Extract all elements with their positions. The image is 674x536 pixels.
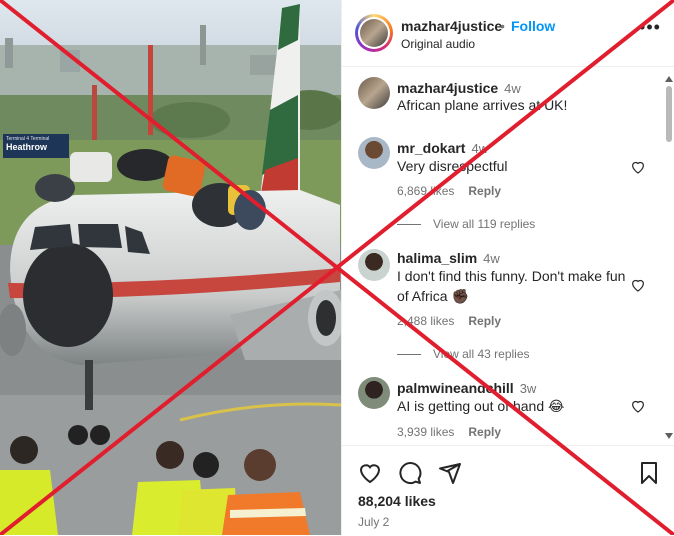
comment-text: Very disrespectful	[397, 158, 508, 174]
separator-dot: •	[500, 18, 505, 34]
comment-text: I don't find this funny. Don't make fun …	[397, 268, 626, 304]
comment-likes[interactable]: 2,488 likes	[397, 314, 454, 328]
more-icon[interactable]: •••	[638, 18, 662, 40]
avatar[interactable]	[358, 377, 390, 409]
sign-line2: Heathrow	[6, 142, 48, 152]
airplane-photo	[0, 0, 341, 535]
heart-icon[interactable]	[358, 461, 382, 485]
post-panel: mazhar4justice • Follow Original audio •…	[341, 0, 674, 535]
follow-button[interactable]: Follow	[511, 18, 555, 34]
comment-meta: 3,939 likes Reply	[397, 425, 515, 439]
comments-list[interactable]: mazhar4justice 4w African plane arrives a…	[342, 67, 674, 445]
comment-meta: 6,869 likes Reply	[397, 184, 515, 198]
post-media[interactable]: Terminal 4 Terminal Heathrow	[0, 0, 341, 535]
sign-line1: Terminal 4 Terminal	[6, 136, 50, 142]
scroll-down-arrow-icon[interactable]	[665, 433, 673, 439]
comment-time: 3w	[519, 381, 537, 396]
original-audio-link[interactable]: Original audio	[401, 37, 475, 51]
post-actions: 88,204 likes July 2	[342, 445, 674, 536]
view-replies-button[interactable]: View all 43 replies	[397, 347, 530, 361]
author-username[interactable]: mazhar4justice	[401, 18, 502, 34]
avatar[interactable]	[358, 137, 390, 169]
heart-icon[interactable]	[630, 398, 646, 414]
post-date: July 2	[358, 515, 390, 529]
comment-time: 4w	[504, 81, 521, 96]
comment-text: AI is getting out of hand 😂	[397, 398, 565, 414]
comment-time: 4w	[471, 141, 489, 156]
reply-button[interactable]: Reply	[468, 314, 501, 328]
post-header: mazhar4justice • Follow Original audio •…	[342, 0, 674, 67]
comments-scrollbar[interactable]	[662, 76, 674, 444]
scroll-up-arrow-icon[interactable]	[665, 76, 673, 82]
comment-time: 4w	[483, 251, 500, 266]
heathrow-sign: Terminal 4 Terminal Heathrow	[3, 134, 69, 158]
bookmark-icon[interactable]	[637, 461, 661, 485]
view-replies-button[interactable]: View all 119 replies	[397, 217, 535, 231]
comment-meta: 2,488 likes Reply	[397, 314, 515, 328]
heart-icon[interactable]	[630, 277, 646, 293]
avatar[interactable]	[358, 77, 390, 109]
author-avatar[interactable]	[355, 14, 393, 52]
heart-icon[interactable]	[630, 159, 646, 175]
likes-count[interactable]: 88,204 likes	[358, 493, 436, 509]
scroll-thumb[interactable]	[666, 86, 672, 142]
comment-text: African plane arrives at UK!	[397, 97, 568, 113]
avatar[interactable]	[358, 249, 390, 281]
comment-username[interactable]: halima_slim 4w	[397, 250, 500, 266]
comment-username[interactable]: mr_dokart 4w	[397, 140, 488, 156]
comment-username[interactable]: palmwineandchill 3w	[397, 380, 536, 396]
comment-likes[interactable]: 6,869 likes	[397, 184, 454, 198]
share-icon[interactable]	[438, 461, 462, 485]
comment-likes[interactable]: 3,939 likes	[397, 425, 454, 439]
reply-button[interactable]: Reply	[468, 425, 501, 439]
comment-icon[interactable]	[398, 461, 422, 485]
comment-username[interactable]: mazhar4justice 4w	[397, 80, 521, 96]
reply-button[interactable]: Reply	[468, 184, 501, 198]
